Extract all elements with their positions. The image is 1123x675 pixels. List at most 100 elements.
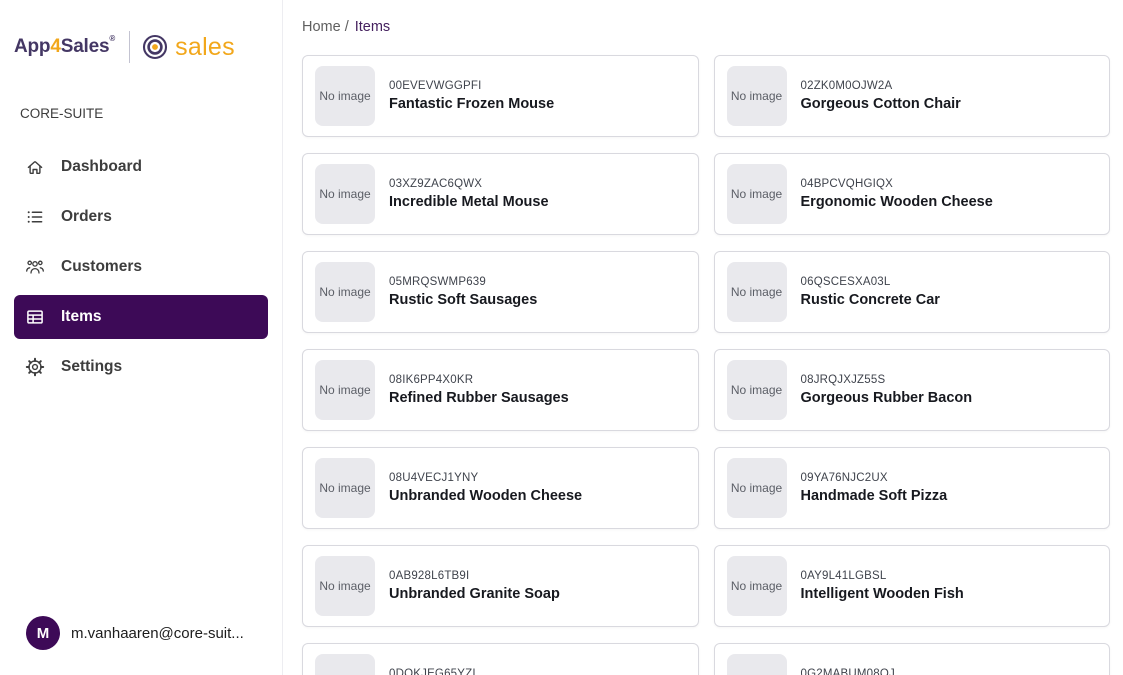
sidebar-item-items[interactable]: Items — [14, 295, 268, 339]
item-code: 08IK6PP4X0KR — [389, 374, 569, 386]
item-card-text: 0AY9L41LGBSL Intelligent Wooden Fish — [801, 570, 964, 603]
no-image-placeholder: No image — [315, 654, 375, 675]
no-image-placeholder: No image — [315, 360, 375, 420]
sidebar-item-label: Items — [61, 308, 102, 326]
item-name: Incredible Metal Mouse — [389, 194, 549, 211]
item-card-text: 0AB928L6TB9I Unbranded Granite Soap — [389, 570, 560, 603]
item-card-text: 00EVEVWGGPFI Fantastic Frozen Mouse — [389, 80, 554, 113]
sidebar-nav: Dashboard Orders — [0, 139, 282, 395]
no-image-placeholder: No image — [315, 66, 375, 126]
breadcrumb-separator: / — [345, 19, 349, 35]
sidebar-item-customers[interactable]: Customers — [14, 245, 268, 289]
sidebar-item-orders[interactable]: Orders — [14, 195, 268, 239]
item-card-text: 08JRQJXJZ55S Gorgeous Rubber Bacon — [801, 374, 973, 407]
user-profile[interactable]: M m.vanhaaren@core-suit... — [26, 616, 244, 650]
sidebar: App4Sales® sales CORE-SUITE Dashboard — [0, 0, 283, 675]
item-code: 09YA76NJC2UX — [801, 472, 948, 484]
item-card[interactable]: No image 08U4VECJ1YNY Unbranded Wooden C… — [302, 447, 699, 529]
logo-text-app: App — [14, 36, 50, 57]
sidebar-item-settings[interactable]: Settings — [14, 345, 268, 389]
item-code: 04BPCVQHGIQX — [801, 178, 993, 190]
no-image-placeholder: No image — [315, 556, 375, 616]
breadcrumb: Home/ Items — [302, 18, 1110, 36]
logo-text-sales: Sales — [61, 36, 110, 57]
no-image-placeholder: No image — [315, 458, 375, 518]
main-content: Home/ Items No image 00EVEVWGGPFI Fantast… — [283, 0, 1123, 675]
item-card-text: 02ZK0M0OJW2A Gorgeous Cotton Chair — [801, 80, 961, 113]
item-code: 0G2MABUM08QJ — [801, 668, 895, 675]
item-name: Intelligent Wooden Fish — [801, 586, 964, 603]
item-name: Refined Rubber Sausages — [389, 390, 569, 407]
item-card-text: 0DQKJEG65YZI — [389, 668, 476, 675]
item-card[interactable]: No image 06QSCESXA03L Rustic Concrete Ca… — [714, 251, 1111, 333]
item-card[interactable]: No image 02ZK0M0OJW2A Gorgeous Cotton Ch… — [714, 55, 1111, 137]
table-icon — [25, 307, 45, 327]
item-name: Gorgeous Cotton Chair — [801, 96, 961, 113]
item-code: 08JRQJXJZ55S — [801, 374, 973, 386]
item-name: Rustic Soft Sausages — [389, 292, 537, 309]
logo-text-four: 4 — [50, 36, 60, 57]
sidebar-item-label: Customers — [61, 258, 142, 276]
item-code: 03XZ9ZAC6QWX — [389, 178, 549, 190]
item-code: 00EVEVWGGPFI — [389, 80, 554, 92]
registered-mark: ® — [109, 34, 115, 43]
app-root: App4Sales® sales CORE-SUITE Dashboard — [0, 0, 1123, 675]
no-image-placeholder: No image — [727, 654, 787, 675]
list-icon — [25, 207, 45, 227]
items-grid: No image 00EVEVWGGPFI Fantastic Frozen M… — [302, 55, 1110, 675]
item-code: 0AB928L6TB9I — [389, 570, 560, 582]
sidebar-item-label: Settings — [61, 358, 122, 376]
people-icon — [25, 257, 45, 277]
sidebar-item-dashboard[interactable]: Dashboard — [14, 145, 268, 189]
item-code: 0DQKJEG65YZI — [389, 668, 476, 675]
item-card-text: 0G2MABUM08QJ — [801, 668, 895, 675]
item-code: 05MRQSWMP639 — [389, 276, 537, 288]
item-code: 06QSCESXA03L — [801, 276, 940, 288]
bullseye-icon — [142, 34, 168, 60]
app-logo: App4Sales® sales — [0, 0, 282, 64]
item-name: Rustic Concrete Car — [801, 292, 940, 309]
item-card[interactable]: No image 05MRQSWMP639 Rustic Soft Sausag… — [302, 251, 699, 333]
product-logo-text: sales — [175, 33, 235, 62]
no-image-placeholder: No image — [727, 66, 787, 126]
item-card-text: 04BPCVQHGIQX Ergonomic Wooden Cheese — [801, 178, 993, 211]
item-code: 08U4VECJ1YNY — [389, 472, 582, 484]
logo-divider — [129, 31, 130, 63]
item-card[interactable]: No image 0G2MABUM08QJ — [714, 643, 1111, 675]
item-card[interactable]: No image 09YA76NJC2UX Handmade Soft Pizz… — [714, 447, 1111, 529]
breadcrumb-home[interactable]: Home — [302, 19, 341, 35]
item-card[interactable]: No image 04BPCVQHGIQX Ergonomic Wooden C… — [714, 153, 1111, 235]
item-card[interactable]: No image 0DQKJEG65YZI — [302, 643, 699, 675]
environment-label: CORE-SUITE — [20, 106, 282, 121]
no-image-placeholder: No image — [315, 262, 375, 322]
item-code: 02ZK0M0OJW2A — [801, 80, 961, 92]
item-card[interactable]: No image 0AB928L6TB9I Unbranded Granite … — [302, 545, 699, 627]
item-name: Ergonomic Wooden Cheese — [801, 194, 993, 211]
item-name: Fantastic Frozen Mouse — [389, 96, 554, 113]
item-card[interactable]: No image 08IK6PP4X0KR Refined Rubber Sau… — [302, 349, 699, 431]
sidebar-item-label: Orders — [61, 208, 112, 226]
item-card-text: 03XZ9ZAC6QWX Incredible Metal Mouse — [389, 178, 549, 211]
sidebar-item-label: Dashboard — [61, 158, 142, 176]
item-card-text: 08IK6PP4X0KR Refined Rubber Sausages — [389, 374, 569, 407]
item-card-text: 08U4VECJ1YNY Unbranded Wooden Cheese — [389, 472, 582, 505]
item-card[interactable]: No image 08JRQJXJZ55S Gorgeous Rubber Ba… — [714, 349, 1111, 431]
home-icon — [25, 157, 45, 177]
breadcrumb-items[interactable]: Items — [355, 19, 390, 35]
user-email: m.vanhaaren@core-suit... — [71, 625, 244, 642]
no-image-placeholder: No image — [727, 458, 787, 518]
item-code: 0AY9L41LGBSL — [801, 570, 964, 582]
item-card-text: 06QSCESXA03L Rustic Concrete Car — [801, 276, 940, 309]
item-card[interactable]: No image 0AY9L41LGBSL Intelligent Wooden… — [714, 545, 1111, 627]
item-name: Unbranded Granite Soap — [389, 586, 560, 603]
gear-icon — [25, 357, 45, 377]
item-card[interactable]: No image 00EVEVWGGPFI Fantastic Frozen M… — [302, 55, 699, 137]
item-card[interactable]: No image 03XZ9ZAC6QWX Incredible Metal M… — [302, 153, 699, 235]
app4sales-wordmark: App4Sales® — [14, 36, 115, 58]
no-image-placeholder: No image — [727, 164, 787, 224]
no-image-placeholder: No image — [727, 262, 787, 322]
item-name: Unbranded Wooden Cheese — [389, 488, 582, 505]
no-image-placeholder: No image — [727, 360, 787, 420]
avatar: M — [26, 616, 60, 650]
item-card-text: 09YA76NJC2UX Handmade Soft Pizza — [801, 472, 948, 505]
